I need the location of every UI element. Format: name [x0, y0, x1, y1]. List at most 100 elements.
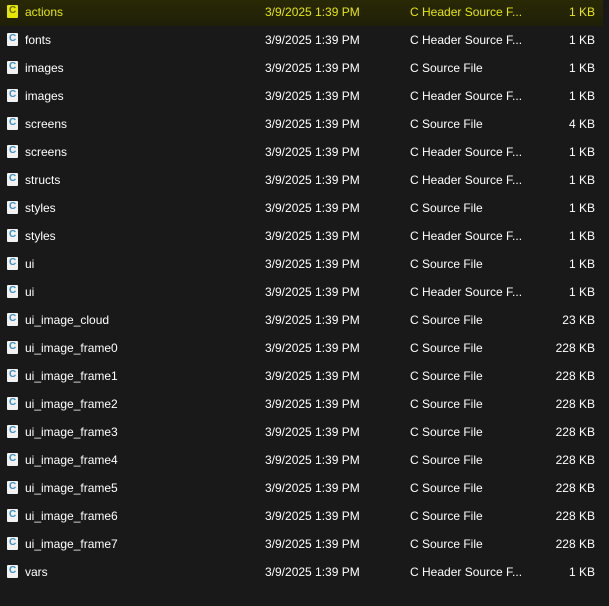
file-size: 1 KB [568, 145, 595, 159]
c-file-icon [7, 397, 18, 410]
c-file-icon [7, 425, 18, 438]
file-name: ui_image_frame5 [25, 481, 118, 495]
file-name: vars [25, 565, 48, 579]
file-name: ui_image_frame1 [25, 369, 118, 383]
file-name: fonts [25, 33, 52, 47]
file-size: 228 KB [555, 509, 595, 523]
file-name: screens [25, 117, 68, 131]
file-row[interactable]: structs 3/9/2025 1:39 PM C Header Source… [0, 166, 603, 194]
file-type: C Source File [410, 117, 483, 131]
file-size: 228 KB [555, 481, 595, 495]
file-type: C Source File [410, 453, 483, 467]
c-file-icon [7, 145, 18, 158]
file-date: 3/9/2025 1:39 PM [265, 173, 360, 187]
file-row[interactable]: styles 3/9/2025 1:39 PM C Header Source … [0, 222, 603, 250]
file-name: screens [25, 145, 68, 159]
file-row[interactable]: ui_image_cloud 3/9/2025 1:39 PM C Source… [0, 306, 603, 334]
file-date: 3/9/2025 1:39 PM [265, 341, 360, 355]
file-row[interactable]: vars 3/9/2025 1:39 PM C Header Source F.… [0, 558, 603, 586]
file-size: 1 KB [568, 33, 595, 47]
file-row[interactable]: ui_image_frame4 3/9/2025 1:39 PM C Sourc… [0, 446, 603, 474]
file-row[interactable]: images 3/9/2025 1:39 PM C Source File 1 … [0, 54, 603, 82]
file-name: ui_image_frame3 [25, 425, 118, 439]
file-size: 1 KB [568, 257, 595, 271]
file-date: 3/9/2025 1:39 PM [265, 369, 360, 383]
file-type: C Header Source F... [410, 173, 523, 187]
file-date: 3/9/2025 1:39 PM [265, 537, 360, 551]
file-size: 1 KB [568, 285, 595, 299]
file-size: 228 KB [555, 453, 595, 467]
file-type: C Source File [410, 397, 483, 411]
file-row[interactable]: fonts 3/9/2025 1:39 PM C Header Source F… [0, 26, 603, 54]
file-size: 228 KB [555, 537, 595, 551]
file-size: 1 KB [568, 229, 595, 243]
file-date: 3/9/2025 1:39 PM [265, 453, 360, 467]
file-date: 3/9/2025 1:39 PM [265, 285, 360, 299]
file-type: C Header Source F... [410, 33, 523, 47]
c-file-icon [7, 565, 18, 578]
file-row[interactable]: ui_image_frame5 3/9/2025 1:39 PM C Sourc… [0, 474, 603, 502]
file-row[interactable]: screens 3/9/2025 1:39 PM C Header Source… [0, 138, 603, 166]
file-type: C Source File [410, 313, 483, 327]
file-size: 1 KB [568, 89, 595, 103]
file-name: styles [25, 201, 56, 215]
file-size: 228 KB [555, 341, 595, 355]
file-size: 23 KB [562, 313, 595, 327]
file-type: C Source File [410, 509, 483, 523]
file-row[interactable]: ui_image_frame1 3/9/2025 1:39 PM C Sourc… [0, 362, 603, 390]
file-name: ui_image_frame7 [25, 537, 118, 551]
file-size: 1 KB [568, 565, 595, 579]
file-type: C Source File [410, 341, 483, 355]
file-type: C Header Source F... [410, 285, 523, 299]
file-type: C Header Source F... [410, 89, 523, 103]
file-size: 1 KB [568, 201, 595, 215]
file-row[interactable]: styles 3/9/2025 1:39 PM C Source File 1 … [0, 194, 603, 222]
file-row[interactable]: ui_image_frame6 3/9/2025 1:39 PM C Sourc… [0, 502, 603, 530]
file-date: 3/9/2025 1:39 PM [265, 397, 360, 411]
file-type: C Header Source F... [410, 229, 523, 243]
file-row[interactable]: screens 3/9/2025 1:39 PM C Source File 4… [0, 110, 603, 138]
file-date: 3/9/2025 1:39 PM [265, 117, 360, 131]
file-name: images [25, 89, 64, 103]
file-row[interactable]: ui_image_frame2 3/9/2025 1:39 PM C Sourc… [0, 390, 603, 418]
file-name: structs [25, 173, 61, 187]
file-type: C Header Source F... [410, 145, 523, 159]
file-row[interactable]: images 3/9/2025 1:39 PM C Header Source … [0, 82, 603, 110]
file-row[interactable]: ui_image_frame3 3/9/2025 1:39 PM C Sourc… [0, 418, 603, 446]
file-date: 3/9/2025 1:39 PM [265, 201, 360, 215]
file-name: ui_image_frame4 [25, 453, 118, 467]
c-file-icon [7, 509, 18, 522]
file-type: C Header Source F... [410, 5, 523, 19]
c-file-icon [7, 61, 18, 74]
file-date: 3/9/2025 1:39 PM [265, 257, 360, 271]
file-row[interactable]: ui_image_frame0 3/9/2025 1:39 PM C Sourc… [0, 334, 603, 362]
file-type: C Source File [410, 257, 483, 271]
file-type: C Source File [410, 537, 483, 551]
file-row[interactable]: ui 3/9/2025 1:39 PM C Source File 1 KB [0, 250, 603, 278]
file-name: images [25, 61, 64, 75]
file-name: ui_image_frame0 [25, 341, 118, 355]
file-name: ui_image_frame2 [25, 397, 118, 411]
file-row[interactable]: actions 3/9/2025 1:39 PM C Header Source… [0, 0, 603, 26]
file-size: 228 KB [555, 397, 595, 411]
file-size: 4 KB [568, 117, 595, 131]
file-size: 228 KB [555, 425, 595, 439]
c-file-icon [7, 5, 18, 18]
file-row[interactable]: ui 3/9/2025 1:39 PM C Header Source F...… [0, 278, 603, 306]
c-file-icon [7, 369, 18, 382]
file-type: C Source File [410, 369, 483, 383]
file-date: 3/9/2025 1:39 PM [265, 61, 360, 75]
file-type: C Header Source F... [410, 565, 523, 579]
file-name: ui_image_cloud [25, 313, 110, 327]
c-file-icon [7, 341, 18, 354]
file-name: ui_image_frame6 [25, 509, 118, 523]
file-type: C Source File [410, 201, 483, 215]
file-name: ui [25, 285, 35, 299]
file-name: styles [25, 229, 56, 243]
file-date: 3/9/2025 1:39 PM [265, 481, 360, 495]
file-type: C Source File [410, 61, 483, 75]
c-file-icon [7, 173, 18, 186]
file-row[interactable]: ui_image_frame7 3/9/2025 1:39 PM C Sourc… [0, 530, 603, 558]
c-file-icon [7, 33, 18, 46]
file-name: actions [25, 5, 64, 19]
